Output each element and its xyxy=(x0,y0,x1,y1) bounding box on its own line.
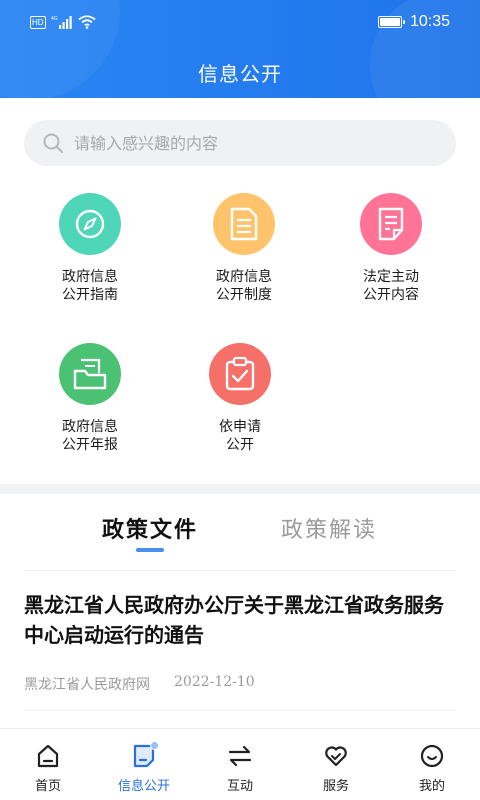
hd-badge: HD xyxy=(30,15,46,29)
page-title: 信息公开 xyxy=(198,62,282,86)
app-header: HD 4G 10:35 信息公开 xyxy=(0,0,480,98)
divider xyxy=(24,710,456,711)
grid-item-guide[interactable]: 政府信息 公开指南 xyxy=(25,193,155,304)
nav-home[interactable]: 首页 xyxy=(0,729,96,800)
svg-text:4G: 4G xyxy=(51,16,58,22)
nav-label: 服务 xyxy=(322,779,349,794)
nav-services[interactable]: 服务 xyxy=(288,729,384,800)
exchange-icon xyxy=(228,745,252,767)
home-icon xyxy=(37,744,59,768)
article-source: 黑龙江省人民政府网 xyxy=(24,677,150,693)
policy-card: 政策文件 政策解读 黑龙江省人民政府办公厅关于黑龙江省政务服务中心启动运行的通告… xyxy=(0,494,480,728)
tab-policy-interpretation[interactable]: 政策解读 xyxy=(264,512,394,544)
grid-item-label: 依申请 公开 xyxy=(219,419,261,453)
divider xyxy=(24,570,456,571)
article-meta: 黑龙江省人民政府网 2022-12-10 xyxy=(24,674,255,694)
grid-item-label: 政府信息 公开制度 xyxy=(216,269,272,303)
nav-profile[interactable]: 我的 xyxy=(384,729,480,800)
folder-icon xyxy=(59,343,121,405)
status-time: 10:35 xyxy=(409,13,450,30)
document-icon xyxy=(213,193,275,255)
tab-policy-documents[interactable]: 政策文件 xyxy=(85,512,215,544)
search-input[interactable] xyxy=(74,133,434,153)
status-bar: HD 4G 10:35 xyxy=(0,0,480,48)
grid-item-annual-report[interactable]: 政府信息 公开年报 xyxy=(25,343,155,454)
grid-item-system[interactable]: 政府信息 公开制度 xyxy=(179,193,309,304)
nav-label: 信息公开 xyxy=(117,779,170,794)
clipboard-check-icon xyxy=(209,343,271,405)
nav-interaction[interactable]: 互动 xyxy=(192,729,288,800)
nav-info-disclosure[interactable]: 信息公开 xyxy=(96,729,192,800)
active-tab-indicator xyxy=(136,548,164,552)
grid-item-statutory[interactable]: 法定主动 公开内容 xyxy=(326,193,456,304)
search-icon xyxy=(43,133,63,153)
notification-dot xyxy=(150,741,159,750)
grid-item-on-request[interactable]: 依申请 公开 xyxy=(175,343,305,454)
article-date: 2022-12-10 xyxy=(174,674,255,690)
grid-item-label: 法定主动 公开内容 xyxy=(363,269,419,303)
grid-item-label: 政府信息 公开年报 xyxy=(62,419,118,453)
wifi-icon xyxy=(77,15,96,29)
article-title[interactable]: 黑龙江省人民政府办公厅关于黑龙江省政务服务中心启动运行的通告 xyxy=(24,590,460,650)
profile-icon xyxy=(420,744,444,768)
signal-icon: 4G xyxy=(51,16,72,29)
bottom-navigation: 首页 信息公开 互动 服务 我的 xyxy=(0,728,480,800)
info-menu-card: 政府信息 公开指南 政府信息 公开制度 法定主动 公开内容 xyxy=(0,98,480,484)
nav-label: 我的 xyxy=(418,779,445,794)
battery-icon xyxy=(377,16,405,28)
compass-icon xyxy=(59,193,121,255)
search-bar[interactable] xyxy=(24,120,456,166)
heart-icon xyxy=(325,746,347,767)
nav-label: 互动 xyxy=(226,779,253,794)
note-icon xyxy=(360,193,422,255)
nav-label: 首页 xyxy=(34,779,61,794)
grid-item-label: 政府信息 公开指南 xyxy=(62,269,118,303)
